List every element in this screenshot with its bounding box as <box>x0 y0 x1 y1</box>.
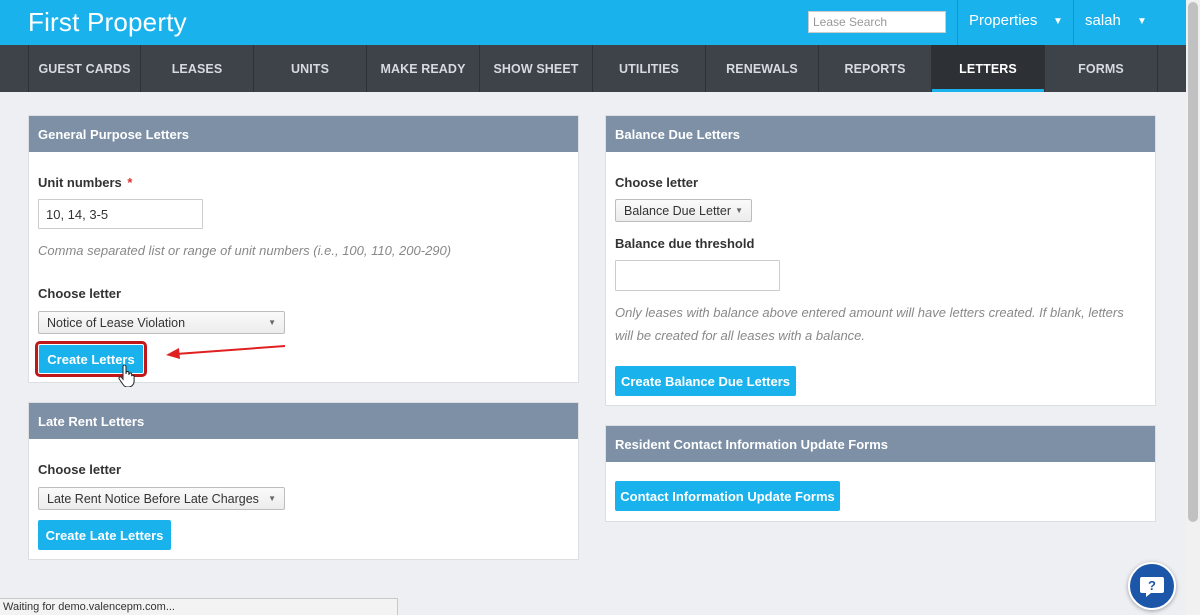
late-letter-select[interactable]: Late Rent Notice Before Late Charges ▼ <box>38 487 285 510</box>
tab-reports[interactable]: REPORTS <box>819 45 932 92</box>
letter-select[interactable]: Notice of Lease Violation ▼ <box>38 311 285 334</box>
unit-numbers-label: Unit numbers * <box>38 175 133 190</box>
tab-show-sheet[interactable]: SHOW SHEET <box>480 45 593 92</box>
tab-renewals[interactable]: RENEWALS <box>706 45 819 92</box>
choose-letter-label: Choose letter <box>38 462 122 477</box>
header-divider <box>957 0 958 45</box>
tab-leases[interactable]: LEASES <box>141 45 254 92</box>
panel-title: General Purpose Letters <box>29 116 578 152</box>
caret-down-icon: ▼ <box>268 318 276 327</box>
balance-threshold-label: Balance due threshold <box>615 236 755 251</box>
hand-cursor-icon <box>118 365 135 387</box>
panel-title: Late Rent Letters <box>29 403 578 439</box>
caret-down-icon: ▼ <box>268 494 276 503</box>
tab-forms[interactable]: FORMS <box>1045 45 1158 92</box>
main-nav: GUEST CARDS LEASES UNITS MAKE READY SHOW… <box>0 45 1186 92</box>
top-header: First Property Properties ▼ salah ▼ <box>0 0 1186 45</box>
tab-guest-cards[interactable]: GUEST CARDS <box>28 45 141 92</box>
general-purpose-letters-panel: General Purpose Letters Unit numbers * C… <box>28 115 579 387</box>
chevron-down-icon: ▼ <box>1053 16 1063 27</box>
brand-title[interactable]: First Property <box>28 7 187 38</box>
svg-text:?: ? <box>1148 578 1156 593</box>
balance-letter-select[interactable]: Balance Due Letter ▼ <box>615 199 752 222</box>
browser-status-bar: Waiting for demo.valencepm.com... <box>0 598 398 615</box>
late-rent-letters-panel: Late Rent Letters Choose letter Late Ren… <box>28 402 579 560</box>
properties-menu[interactable]: Properties <box>969 12 1037 29</box>
chevron-down-icon: ▼ <box>1137 16 1147 27</box>
tab-make-ready[interactable]: MAKE READY <box>367 45 480 92</box>
caret-down-icon: ▼ <box>735 206 743 215</box>
choose-letter-label: Choose letter <box>615 175 699 190</box>
tab-letters[interactable]: LETTERS <box>932 45 1045 92</box>
tab-units[interactable]: UNITS <box>254 45 367 92</box>
balance-threshold-input[interactable] <box>615 260 780 291</box>
unit-numbers-hint: Comma separated list or range of unit nu… <box>38 243 452 258</box>
hint-line: Only leases with balance above entered a… <box>615 305 1124 320</box>
panel-title: Balance Due Letters <box>606 116 1155 152</box>
header-divider <box>1073 0 1074 45</box>
balance-due-letters-panel: Balance Due Letters Choose letter Balanc… <box>605 115 1156 406</box>
lease-search-input[interactable] <box>808 11 946 33</box>
create-balance-due-letters-button[interactable]: Create Balance Due Letters <box>615 366 796 396</box>
user-menu[interactable]: salah <box>1085 12 1121 29</box>
resident-contact-forms-panel: Resident Contact Information Update Form… <box>605 425 1156 522</box>
required-mark: * <box>127 175 133 190</box>
annotation-arrow-icon <box>166 345 286 359</box>
help-chat-button[interactable]: ? <box>1128 562 1176 610</box>
balance-letter-select-value: Balance Due Letter <box>624 204 732 218</box>
tab-utilities[interactable]: UTILITIES <box>593 45 706 92</box>
letter-select-value: Notice of Lease Violation <box>47 316 186 330</box>
panel-title: Resident Contact Information Update Form… <box>606 426 1155 462</box>
choose-letter-label: Choose letter <box>38 286 122 301</box>
late-letter-select-value: Late Rent Notice Before Late Charges <box>47 492 259 506</box>
balance-threshold-hint: Only leases with balance above entered a… <box>615 301 1145 347</box>
contact-info-update-forms-button[interactable]: Contact Information Update Forms <box>615 481 840 511</box>
create-late-letters-button[interactable]: Create Late Letters <box>38 520 171 550</box>
help-question-icon: ? <box>1140 577 1164 597</box>
scrollbar-thumb[interactable] <box>1188 2 1198 522</box>
hint-line: will be created for all leases with a ba… <box>615 328 866 343</box>
unit-numbers-input[interactable] <box>38 199 203 229</box>
